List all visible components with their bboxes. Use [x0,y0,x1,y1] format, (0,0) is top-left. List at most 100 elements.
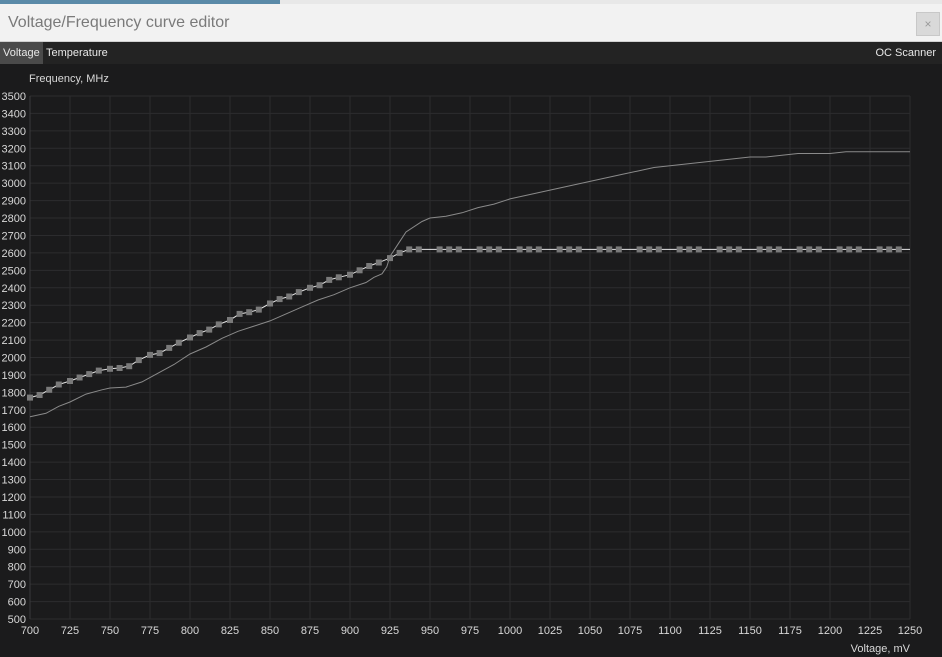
curve-point[interactable] [46,386,53,393]
curve-point[interactable] [67,378,73,384]
curve-point[interactable] [156,350,163,357]
curve-point[interactable] [286,293,293,300]
curve-point[interactable] [815,246,822,253]
curve-point[interactable] [846,246,853,253]
y-tick-label: 1600 [2,422,26,434]
curve-point[interactable] [615,246,622,253]
curve-point[interactable] [855,246,862,253]
curve-point[interactable] [27,394,33,401]
curve-points[interactable] [27,246,902,401]
curve-point[interactable] [876,246,883,253]
x-tick-label: 875 [301,625,319,637]
curve-point[interactable] [886,246,893,253]
curve-point[interactable] [596,246,603,253]
oc-scanner-button[interactable]: OC Scanner [872,42,939,64]
x-tick-label: 750 [101,625,119,637]
curve-point[interactable] [187,334,193,341]
tab-voltage[interactable]: Voltage [0,42,43,64]
vf-curve-chart[interactable]: 5006007008009001000110012001300140015001… [0,64,942,657]
curve-point[interactable] [227,317,233,323]
curve-point[interactable] [116,365,123,371]
y-tick-label: 2600 [2,248,26,260]
curve-point[interactable] [76,374,83,381]
curve-point[interactable] [166,344,173,351]
x-tick-label: 1175 [778,625,802,637]
curve-point[interactable] [215,321,222,328]
curve-point[interactable] [267,300,273,307]
curve-point[interactable] [175,339,182,346]
y-tick-label: 1200 [2,492,26,504]
curve-point[interactable] [646,246,653,253]
tab-temperature[interactable]: Temperature [43,42,111,64]
curve-point[interactable] [415,246,422,253]
curve-point[interactable] [766,246,773,253]
curve-point[interactable] [895,246,902,253]
curve-point[interactable] [347,271,353,278]
curve-point[interactable] [95,367,102,374]
curve-point[interactable] [526,246,533,253]
curve-point[interactable] [436,246,443,253]
curve-point[interactable] [255,306,262,313]
curve-point[interactable] [387,255,393,262]
curve-point[interactable] [356,267,363,274]
y-tick-label: 1000 [2,527,26,539]
curve-point[interactable] [676,246,683,253]
curve-point[interactable] [36,392,43,398]
curve-point[interactable] [716,246,723,253]
curve-point[interactable] [726,246,733,253]
curve-point[interactable] [495,246,502,253]
curve-point[interactable] [636,246,643,253]
curve-point[interactable] [446,246,453,253]
curve-point[interactable] [796,246,803,253]
curve-point[interactable] [566,246,573,253]
curve-point[interactable] [326,276,333,283]
curve-point[interactable] [246,309,253,316]
window-title: Voltage/Frequency curve editor [8,14,230,31]
x-axis-label: Voltage, mV [851,643,911,655]
x-tick-label: 775 [141,625,159,637]
curve-point[interactable] [126,363,133,370]
curve-point[interactable] [655,246,662,253]
curve-point[interactable] [406,246,413,253]
curve-point[interactable] [276,296,283,303]
curve-point[interactable] [455,246,462,253]
curve-point[interactable] [486,246,493,253]
curve-point[interactable] [316,282,323,289]
close-button[interactable]: × [916,12,940,36]
y-tick-label: 2000 [2,353,26,365]
curve-point[interactable] [516,246,523,253]
y-tick-label: 2400 [2,283,26,295]
curve-point[interactable] [756,246,763,253]
curve-point[interactable] [806,246,813,253]
curve-point[interactable] [135,357,142,364]
y-tick-label: 2800 [2,213,26,225]
curve-point[interactable] [295,289,302,296]
curve-point[interactable] [86,371,93,378]
tab-bar: Voltage Temperature OC Scanner [0,42,942,64]
curve-point[interactable] [775,246,782,253]
curve-point[interactable] [107,365,113,372]
curve-point[interactable] [556,246,563,253]
y-tick-label: 2500 [2,265,26,277]
curve-point[interactable] [686,246,693,253]
curve-point[interactable] [575,246,582,253]
curve-point[interactable] [836,246,843,253]
curve-point[interactable] [535,246,542,253]
x-axis-ticks: 700 725 750 775 800 825 850 875 900 925 950 975 1000… [21,625,922,637]
y-tick-label: 2100 [2,335,26,347]
curve-point[interactable] [307,284,313,291]
curve-point[interactable] [606,246,613,253]
curve-point[interactable] [366,263,373,269]
curve-point[interactable] [375,259,382,266]
curve-point[interactable] [695,246,702,253]
curve-point[interactable] [735,246,742,253]
curve-point[interactable] [196,330,203,337]
curve-point[interactable] [236,310,243,317]
curve-point[interactable] [206,326,213,333]
x-tick-label: 975 [461,625,479,637]
curve-point[interactable] [147,351,153,358]
curve-point[interactable] [396,249,403,256]
curve-point[interactable] [335,274,342,281]
curve-point[interactable] [476,246,483,253]
curve-point[interactable] [55,381,62,388]
